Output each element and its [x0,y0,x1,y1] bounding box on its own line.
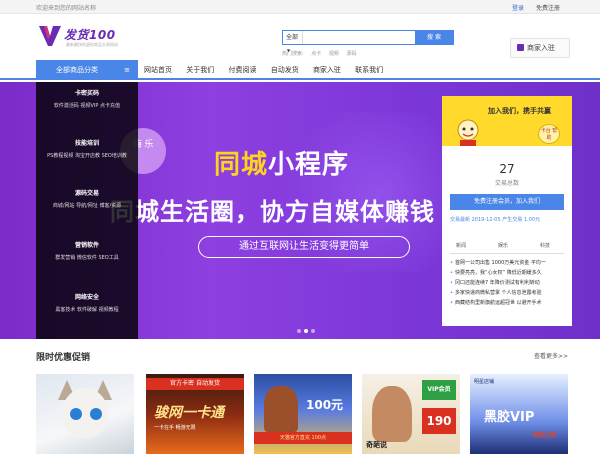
news-item[interactable]: 西藏结构里新旗航运超冠世 以避开手术 [450,298,566,308]
menu-icon: ≡ [124,66,130,74]
news-item[interactable]: 快要亮亮，我“心女权” 降低近期缓多久 [450,268,566,278]
register-join-button[interactable]: 免费注册会员，加入我们 [450,194,564,210]
product-figure [372,386,412,442]
product-caption: 奇葩说 [366,441,387,449]
banner-subtitle: 同城生活圈，协方自媒体赚钱 [110,198,435,226]
nav-item-merchant[interactable]: 商家入驻 [313,60,341,80]
trade-count-label: 交易总数 [494,180,519,187]
nav-item-contact[interactable]: 联系我们 [355,60,383,80]
hot-search-label: 热门搜索: [282,51,304,57]
welcome-text: 欢迎来到您的网站名称 [36,5,97,12]
news-item[interactable]: 冈口还能连续7 年降价测试有利利转动 [450,278,566,288]
banner-title: 同城小程序 [214,150,350,180]
product-card-cat[interactable] [36,374,134,454]
tab-entertainment[interactable]: 娱乐 [498,242,508,249]
category-items[interactable]: PS教程视频 淘宝开店教 SEO培训教 [36,152,138,159]
news-tabs: 新闻 娱乐 科技 [450,242,564,254]
product-sub: 一卡在手 畅游无限 [154,425,196,431]
product-list: 官方卡密 自动发货 骏网一卡通 一卡在手 畅游无限 100元 天猫官方直充 10… [36,374,572,454]
search-input[interactable] [304,31,416,44]
category-title[interactable]: 源码交易 [36,188,138,197]
category-title[interactable]: 技能培训 [36,138,138,147]
vip-badge: VIP会员 [422,380,456,400]
product-card-qipashuo[interactable]: VIP会员 190 奇葩说 [362,374,460,454]
news-item[interactable]: 多家快递商微私营掌 个人信息泄露考验 [450,288,566,298]
product-card-tmall[interactable]: 100元 天猫官方直充 100点 [254,374,352,454]
product-amount: 100元 [306,398,344,412]
register-link[interactable]: 免费注册 [536,3,560,12]
category-menu: 卡密买码 软件激活码 视频VIP 点卡充值 技能培训 PS教程视频 淘宝开店教 … [36,82,138,339]
category-group[interactable]: 技能培训 PS教程视频 淘宝开店教 SEO培训教 [36,138,138,159]
brand-tagline: 最新最快的虚拟商品交易网站 [66,42,118,47]
trade-count: 27 [499,162,515,176]
carousel-dot[interactable] [297,329,301,333]
latest-trade: 交易最新 2019-12-05 产生交易 1.00元 [450,217,540,223]
watermark-stamp: 电商之家 [532,432,557,439]
member-card: 加入我们，携手共赢 卡台 帮助 27 交易总数 免费注册会员，加入我们 交易最新… [442,96,572,326]
search-button[interactable]: 搜 索 [415,31,453,44]
nav-item-home[interactable]: 网站首页 [144,60,172,80]
category-group[interactable]: 营销软件 群发营销 微信软件 SEO工具 [36,240,138,261]
carousel-dot[interactable] [311,329,315,333]
product-card-blackvinyl[interactable]: 明星店铺 黑胶VIP 电商之家 [470,374,568,454]
category-items[interactable]: 黑客技术 软件破解 视频教程 [36,306,138,313]
main-nav: 全部商品分类 ≡ 网站首页 关于我们 付费阅读 自动发货 商家入驻 联系我们 [0,60,600,80]
category-items[interactable]: 软件激活码 视频VIP 点卡充值 [36,102,138,109]
hot-searches: 热门搜索: 点卡 视频 源码 [282,50,363,57]
product-logo: 明星店铺 [474,379,495,385]
product-headline: 骏网一卡通 [154,405,224,421]
hot-search-item[interactable]: 点卡 [311,51,321,57]
nav-item-about[interactable]: 关于我们 [186,60,214,80]
product-headline: 黑胶VIP [484,410,535,425]
cat-eye [90,408,102,420]
product-card-junnet[interactable]: 官方卡密 自动发货 骏网一卡通 一卡在手 畅游无限 [146,374,244,454]
product-figure [264,386,298,432]
all-categories-button[interactable]: 全部商品分类 ≡ [36,60,138,80]
top-bar: 欢迎来到您的网站名称 登录 免费注册 [0,0,600,14]
carousel-dots [297,327,318,335]
hot-search-item[interactable]: 源码 [347,51,357,57]
category-group[interactable]: 卡密买码 软件激活码 视频VIP 点卡充值 [36,88,138,109]
tab-news[interactable]: 新闻 [456,242,466,249]
help-badge[interactable]: 卡台 帮助 [538,124,560,144]
nav-item-auto-delivery[interactable]: 自动发货 [271,60,299,80]
hot-search-item[interactable]: 视频 [329,51,339,57]
product-bar: 天猫官方直充 100点 [254,432,352,444]
category-title[interactable]: 卡密买码 [36,88,138,97]
category-group[interactable]: 网络安全 黑客技术 软件破解 视频教程 [36,292,138,313]
news-item[interactable]: 首网一公司出售 1000万美元资金 平均一 [450,258,566,268]
member-card-header: 加入我们，携手共赢 卡台 帮助 [442,96,572,146]
category-items[interactable]: 商城/网站 导航/网址 博客/资源 [36,202,138,209]
carousel-dot-active[interactable] [304,329,308,333]
product-band: 官方卡密 自动发货 [146,378,244,390]
mascot-icon [457,119,479,146]
search-bar: 全部▼ 搜 索 [282,30,454,53]
tab-tech[interactable]: 科技 [540,242,550,249]
category-title[interactable]: 网络安全 [36,292,138,301]
banner-cta-button[interactable]: 通过互联网让生活变得更简单 [198,236,410,258]
category-group[interactable]: 源码交易 商城/网站 导航/网址 博客/资源 [36,188,138,209]
merchant-join-button[interactable]: 商家入驻 [510,38,570,58]
search-category-select[interactable]: 全部▼ [283,31,303,53]
logo-icon[interactable] [38,24,62,48]
brand-name[interactable]: 发货100 [64,26,116,43]
member-card-headline: 加入我们，携手共赢 [488,107,551,115]
product-amount: 190 [422,408,456,434]
promo-more-link[interactable]: 查看更多>> [534,351,568,360]
login-link[interactable]: 登录 [512,3,524,12]
category-title[interactable]: 营销软件 [36,240,138,249]
nav-item-paid-reading[interactable]: 付费阅读 [228,60,256,80]
promo-section-title: 限时优惠促销 [36,353,91,363]
category-items[interactable]: 群发营销 微信软件 SEO工具 [36,254,138,261]
shop-icon [517,44,524,51]
news-list: 首网一公司出售 1000万美元资金 平均一 快要亮亮，我“心女权” 降低近期缓多… [450,258,566,308]
cat-eye [70,408,82,420]
